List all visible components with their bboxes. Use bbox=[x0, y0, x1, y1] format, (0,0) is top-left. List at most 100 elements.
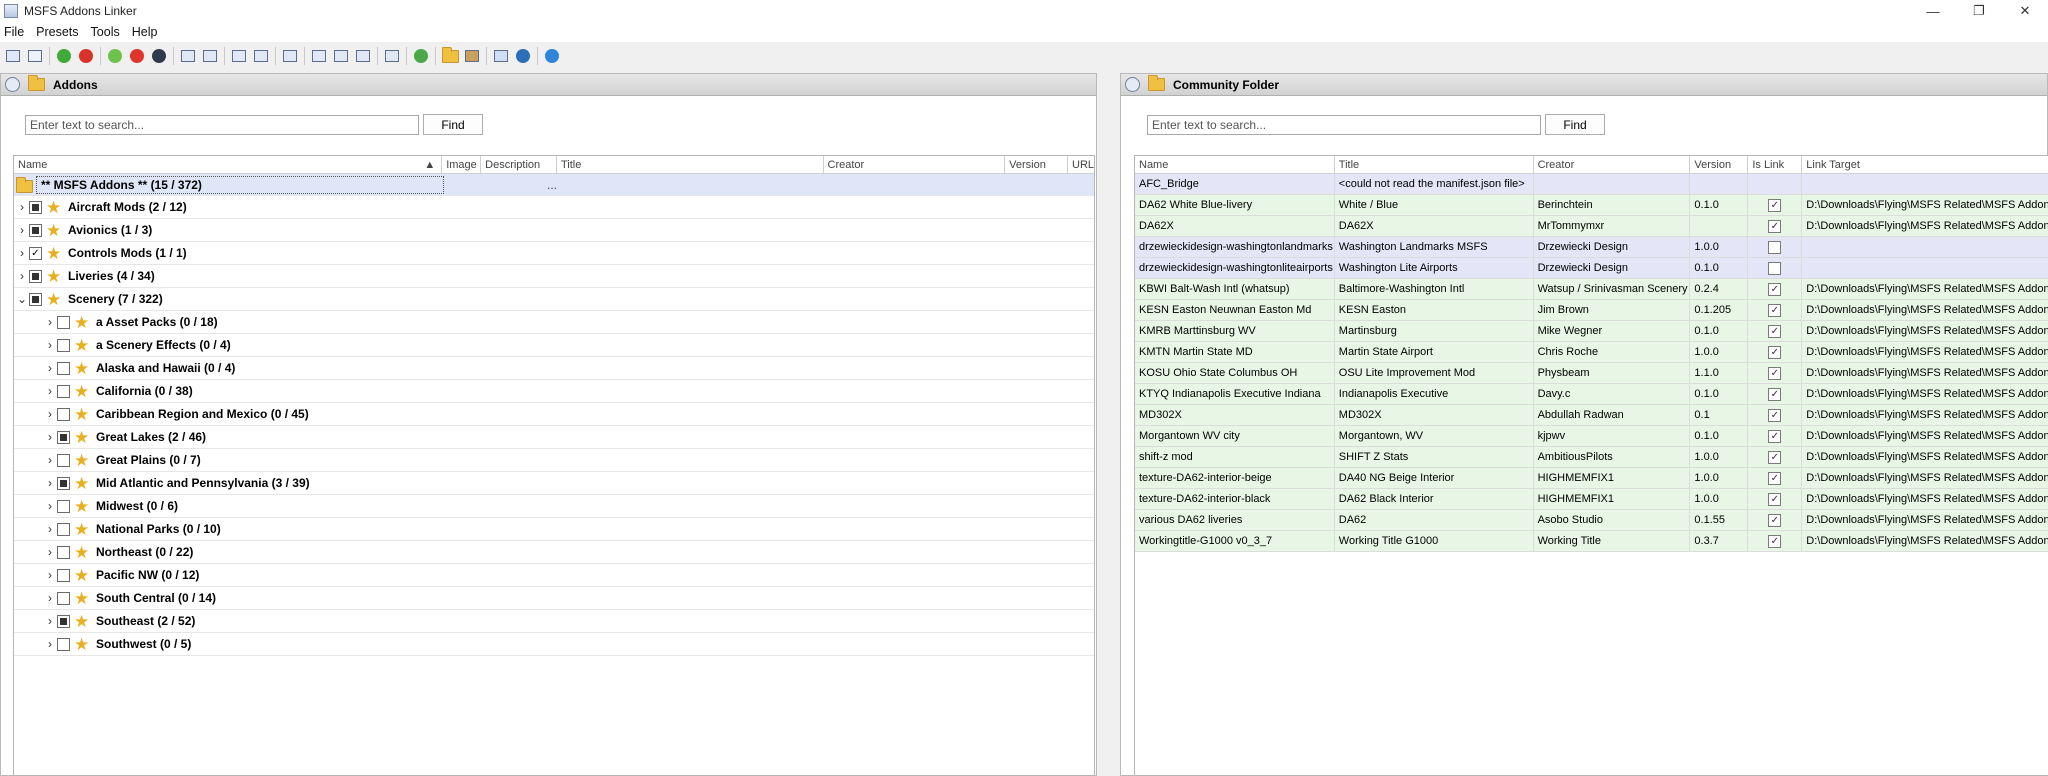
expand-chevron-icon[interactable]: › bbox=[45, 568, 55, 582]
table-row[interactable]: DA62 White Blue-livery White / Blue Berinc… bbox=[1135, 195, 2048, 216]
tree-checkbox[interactable] bbox=[29, 200, 42, 214]
is-link-checkbox[interactable]: ✓ bbox=[1768, 471, 1782, 485]
expand-chevron-icon[interactable]: ⌄ bbox=[17, 292, 27, 306]
col-url[interactable]: URL bbox=[1068, 156, 1094, 173]
table-row[interactable]: AFC_Bridge <could not read the manifest.j… bbox=[1135, 174, 2048, 195]
tree-checkbox[interactable] bbox=[57, 338, 70, 352]
tree-checkbox[interactable] bbox=[57, 545, 70, 559]
add-item-icon[interactable] bbox=[230, 47, 248, 65]
tree-subgroup-row[interactable]: › ★ Southeast (2 / 52) bbox=[14, 610, 1094, 633]
tree-subgroup-row[interactable]: › ★ California (0 / 38) bbox=[14, 380, 1094, 403]
col-title[interactable]: Title bbox=[1335, 156, 1534, 173]
dark-dot-icon[interactable] bbox=[150, 47, 168, 65]
tree-group-row[interactable]: › ★ Liveries (4 / 34) bbox=[14, 265, 1094, 288]
addons-find-button[interactable]: Find bbox=[423, 114, 483, 135]
tree-group-row[interactable]: › ✓ ★ Controls Mods (1 / 1) bbox=[14, 242, 1094, 265]
table-row[interactable]: KBWI Balt-Wash Intl (whatsup) Baltimore-W… bbox=[1135, 279, 2048, 300]
menu-file[interactable]: File bbox=[0, 25, 32, 39]
is-link-checkbox[interactable]: ✓ bbox=[1768, 534, 1782, 548]
community-search-input[interactable] bbox=[1147, 114, 1541, 135]
table-row[interactable]: drzewieckidesign-washingtonliteairports W… bbox=[1135, 258, 2048, 279]
info-icon[interactable] bbox=[543, 47, 561, 65]
expand-chevron-icon[interactable]: › bbox=[45, 361, 55, 375]
tree-subgroup-row[interactable]: › ★ South Central (0 / 14) bbox=[14, 587, 1094, 610]
tree-subgroup-row[interactable]: › ★ Great Plains (0 / 7) bbox=[14, 449, 1094, 472]
tree-checkbox[interactable] bbox=[57, 614, 70, 628]
is-link-checkbox[interactable]: ✓ bbox=[1768, 513, 1782, 527]
col-link-target[interactable]: Link Target bbox=[1802, 156, 2048, 173]
is-link-checkbox[interactable]: ✓ bbox=[1768, 303, 1782, 317]
tree-checkbox[interactable] bbox=[57, 591, 70, 605]
open-folder-icon[interactable] bbox=[441, 46, 459, 65]
tree-subgroup-row[interactable]: › ★ Southwest (0 / 5) bbox=[14, 633, 1094, 656]
expand-chevron-icon[interactable]: › bbox=[45, 407, 55, 421]
expand-chevron-icon[interactable]: › bbox=[17, 246, 27, 260]
table-row[interactable]: DA62X DA62X MrTommymxr ✓ D:\Downloads\Flying… bbox=[1135, 216, 2048, 237]
tree-checkbox[interactable] bbox=[57, 568, 70, 582]
minimize-button[interactable]: — bbox=[1910, 0, 1956, 22]
col-name[interactable]: Name ▲ bbox=[14, 156, 443, 173]
remove-item-icon[interactable] bbox=[252, 47, 270, 65]
restore-button[interactable]: ❐ bbox=[1956, 0, 2002, 22]
expand-chevron-icon[interactable]: › bbox=[45, 315, 55, 329]
table-row[interactable]: KTYQ Indianapolis Executive Indiana India… bbox=[1135, 384, 2048, 405]
table-row[interactable]: Workingtitle-G1000 v0_3_7 Working Title G… bbox=[1135, 531, 2048, 552]
tree-subgroup-row[interactable]: › ★ a Asset Packs (0 / 18) bbox=[14, 311, 1094, 334]
table-row[interactable]: shift-z mod SHIFT Z Stats AmbitiousPilots 1… bbox=[1135, 447, 2048, 468]
addons-search-input[interactable] bbox=[25, 114, 419, 135]
tree-checkbox[interactable] bbox=[57, 430, 70, 444]
green-dot-icon[interactable] bbox=[106, 47, 124, 65]
col-version[interactable]: Version bbox=[1005, 156, 1069, 173]
community-find-button[interactable]: Find bbox=[1545, 114, 1605, 135]
add-link-icon[interactable] bbox=[179, 47, 197, 65]
tree-subgroup-row[interactable]: › ★ Alaska and Hawaii (0 / 4) bbox=[14, 357, 1094, 380]
save-preset-icon[interactable] bbox=[4, 47, 22, 65]
col-is-link[interactable]: Is Link bbox=[1748, 156, 1803, 173]
table-row[interactable]: KOSU Ohio State Columbus OH OSU Lite Impr… bbox=[1135, 363, 2048, 384]
expand-chevron-icon[interactable]: › bbox=[45, 384, 55, 398]
table-icon[interactable] bbox=[492, 47, 510, 65]
col-creator[interactable]: Creator bbox=[1534, 156, 1691, 173]
expand-chevron-icon[interactable]: › bbox=[45, 338, 55, 352]
tree-checkbox[interactable] bbox=[29, 292, 42, 306]
is-link-checkbox[interactable]: ✓ bbox=[1768, 198, 1782, 212]
is-link-checkbox[interactable]: ✓ bbox=[1768, 366, 1782, 380]
refresh-icon[interactable] bbox=[412, 47, 430, 65]
is-link-checkbox[interactable]: ✓ bbox=[1768, 387, 1782, 401]
cancel-icon[interactable] bbox=[77, 47, 95, 65]
tree-subgroup-row[interactable]: › ★ Midwest (0 / 6) bbox=[14, 495, 1094, 518]
expand-chevron-icon[interactable]: › bbox=[45, 637, 55, 651]
sync-icon[interactable] bbox=[5, 77, 20, 92]
tree-checkbox[interactable]: ✓ bbox=[29, 246, 42, 260]
table-row[interactable]: KESN Easton Neuwnan Easton Md KESN Easton… bbox=[1135, 300, 2048, 321]
image-icon[interactable] bbox=[463, 47, 481, 65]
tree-root-row[interactable]: ** MSFS Addons ** (15 / 372) ... bbox=[14, 174, 1094, 196]
tree-checkbox[interactable] bbox=[57, 637, 70, 651]
copy-icon[interactable] bbox=[26, 47, 44, 65]
tree-checkbox[interactable] bbox=[57, 476, 70, 490]
menu-presets[interactable]: Presets bbox=[32, 25, 86, 39]
expand-chevron-icon[interactable]: › bbox=[17, 269, 27, 283]
is-link-checkbox[interactable]: ✓ bbox=[1768, 324, 1782, 338]
tree-subgroup-row[interactable]: › ★ Great Lakes (2 / 46) bbox=[14, 426, 1094, 449]
is-link-checkbox[interactable] bbox=[1768, 261, 1782, 275]
table-row[interactable]: texture-DA62-interior-beige DA40 NG Beige… bbox=[1135, 468, 2048, 489]
tree-subgroup-row[interactable]: › ★ Pacific NW (0 / 12) bbox=[14, 564, 1094, 587]
tree-checkbox[interactable] bbox=[29, 223, 42, 237]
table-row[interactable]: KMTN Martin State MD Martin State Airport… bbox=[1135, 342, 2048, 363]
expand-chevron-icon[interactable]: › bbox=[45, 430, 55, 444]
sync-icon[interactable] bbox=[1125, 77, 1140, 92]
expand-chevron-icon[interactable]: › bbox=[45, 545, 55, 559]
tree-subgroup-row[interactable]: › ★ a Scenery Effects (0 / 4) bbox=[14, 334, 1094, 357]
tree-checkbox[interactable] bbox=[57, 361, 70, 375]
col-creator[interactable]: Creator bbox=[824, 156, 1006, 173]
globe-icon[interactable] bbox=[514, 47, 532, 65]
is-link-checkbox[interactable]: ✓ bbox=[1768, 492, 1782, 506]
tree-group-row[interactable]: › ★ Avionics (1 / 3) bbox=[14, 219, 1094, 242]
tree-subgroup-row[interactable]: › ★ Mid Atlantic and Pennsylvania (3 / 39) bbox=[14, 472, 1094, 495]
expand-chevron-icon[interactable]: › bbox=[45, 591, 55, 605]
table-row[interactable]: drzewieckidesign-washingtonlandmarks Wash… bbox=[1135, 237, 2048, 258]
is-link-checkbox[interactable]: ✓ bbox=[1768, 429, 1782, 443]
close-button[interactable]: ✕ bbox=[2002, 0, 2048, 22]
tree-checkbox[interactable] bbox=[57, 384, 70, 398]
